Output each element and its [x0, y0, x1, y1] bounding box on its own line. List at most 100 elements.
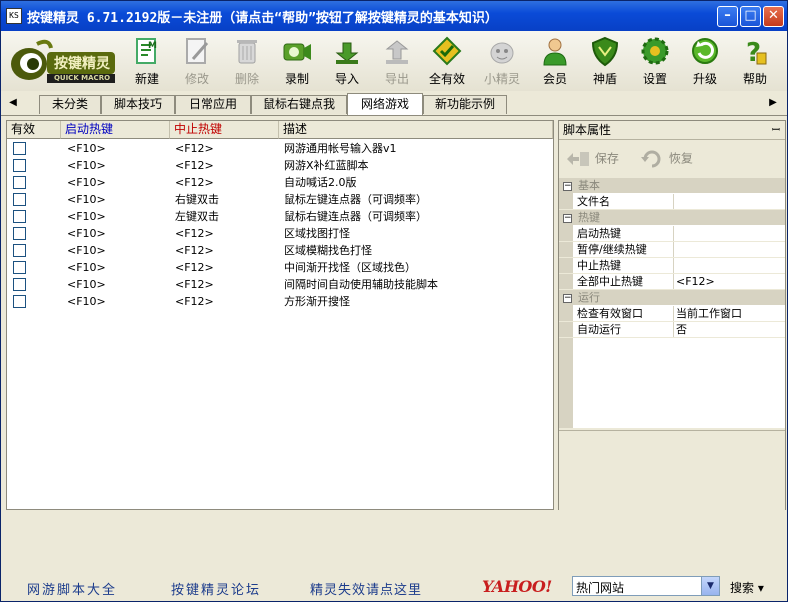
section-title: 运行	[578, 291, 600, 304]
row-valid-checkbox[interactable]	[13, 210, 26, 223]
property-row[interactable]: 文件名	[559, 194, 785, 210]
category-tabs: ◀ 未分类 脚本技巧 日常应用 鼠标右键点我 网络游戏 新功能示例 ▶	[1, 91, 787, 116]
settings-button[interactable]: 设置	[632, 35, 678, 89]
property-section[interactable]: − 基本	[559, 178, 785, 193]
import-button[interactable]: 导入	[324, 35, 370, 89]
col-header-description[interactable]: 描述	[279, 121, 553, 139]
col-header-start-hotkey[interactable]: 启动热键	[61, 121, 170, 139]
maximize-button[interactable]: □	[740, 6, 761, 27]
collapse-icon[interactable]: −	[563, 213, 572, 223]
row-stop-hotkey: <F12>	[175, 278, 214, 291]
restore-button[interactable]: 恢复	[639, 149, 693, 169]
tabs-scroll-right[interactable]: ▶	[767, 96, 779, 110]
property-row[interactable]: 启动热键	[559, 226, 785, 242]
property-key: 中止热键	[577, 258, 674, 273]
restore-icon	[641, 150, 661, 168]
sprite-button[interactable]: 小精灵	[479, 35, 525, 89]
upgrade-button[interactable]: 升级	[682, 35, 728, 89]
collapse-icon[interactable]: −	[563, 293, 572, 303]
delete-button[interactable]: 删除	[224, 35, 270, 89]
member-label: 会员	[542, 72, 567, 86]
property-value[interactable]: 当前工作窗口	[676, 306, 742, 321]
table-row[interactable]: <F10> <F12> 自动喊话2.0版	[7, 174, 553, 191]
collapse-icon[interactable]: −	[563, 181, 572, 191]
shield-button[interactable]: 神盾	[582, 35, 628, 89]
table-row[interactable]: <F10> <F12> 区域模糊找色打怪	[7, 242, 553, 259]
tab-online-games[interactable]: 网络游戏	[347, 93, 423, 115]
trash-icon	[237, 40, 257, 64]
property-value[interactable]: 否	[676, 322, 687, 337]
row-valid-checkbox[interactable]	[13, 295, 26, 308]
link-forum[interactable]: 按键精灵论坛	[171, 579, 261, 598]
settings-label: 设置	[642, 72, 667, 86]
props-title: 脚本属性	[563, 123, 612, 137]
help-button[interactable]: ? 帮助	[732, 35, 778, 89]
new-button[interactable]: M 新建	[124, 35, 170, 89]
table-row[interactable]: <F10> <F12> 方形渐开搜怪	[7, 293, 553, 310]
save-button[interactable]: 保存	[565, 149, 619, 169]
toolbar: 按键精灵 QUICK MACRO M 新建 修改 删除 录制 导入 导出 全有效…	[1, 31, 787, 92]
row-valid-checkbox[interactable]	[13, 176, 26, 189]
row-start-hotkey: <F10>	[67, 176, 106, 189]
col-header-valid[interactable]: 有效	[7, 121, 61, 139]
tab-script-tips[interactable]: 脚本技巧	[101, 95, 175, 114]
script-list: 有效 启动热键 中止热键 描述 <F10> <F12> 网游通用帐号输入器v1 <F1…	[6, 120, 554, 510]
title-bar[interactable]: KS 按键精灵 6.71.2192版－未注册（请点击“帮助”按钮了解按键精灵的基…	[1, 1, 787, 31]
export-button[interactable]: 导出	[374, 35, 420, 89]
tab-uncategorized[interactable]: 未分类	[39, 95, 101, 114]
table-row[interactable]: <F10> <F12> 区域找图打怪	[7, 225, 553, 242]
row-valid-checkbox[interactable]	[13, 227, 26, 240]
minimize-button[interactable]: –	[717, 6, 738, 27]
row-valid-checkbox[interactable]	[13, 159, 26, 172]
pin-icon[interactable]: ꟷ	[772, 122, 780, 140]
restore-label: 恢复	[668, 151, 693, 166]
property-row[interactable]: 暂停/继续热键	[559, 242, 785, 258]
property-key: 自动运行	[577, 322, 674, 337]
property-section[interactable]: − 运行	[559, 290, 785, 305]
tab-daily-use[interactable]: 日常应用	[175, 95, 251, 114]
all-valid-button[interactable]: 全有效	[424, 35, 470, 89]
property-row[interactable]: 全部中止热键 <F12>	[559, 274, 785, 290]
row-valid-checkbox[interactable]	[13, 142, 26, 155]
row-valid-checkbox[interactable]	[13, 278, 26, 291]
row-description: 间隔时间自动使用辅助技能脚本	[284, 278, 438, 291]
table-row[interactable]: <F10> 左键双击 鼠标右键连点器（可调频率）	[7, 208, 553, 225]
row-valid-checkbox[interactable]	[13, 244, 26, 257]
tab-right-click-me[interactable]: 鼠标右键点我	[251, 95, 347, 114]
table-row[interactable]: <F10> 右键双击 鼠标左键连点器（可调频率）	[7, 191, 553, 208]
edit-icon	[186, 38, 209, 64]
table-row[interactable]: <F10> <F12> 网游X补红蓝脚本	[7, 157, 553, 174]
tabs-scroll-left[interactable]: ◀	[7, 96, 19, 110]
close-button[interactable]: ✕	[763, 6, 784, 27]
record-button[interactable]: 录制	[274, 35, 320, 89]
row-valid-checkbox[interactable]	[13, 193, 26, 206]
link-game-scripts[interactable]: 网游脚本大全	[27, 579, 117, 598]
search-site-select[interactable]: 热门网站 ▼	[572, 576, 720, 596]
table-row[interactable]: <F10> <F12> 间隔时间自动使用辅助技能脚本	[7, 276, 553, 293]
table-row[interactable]: <F10> <F12> 网游通用帐号输入器v1	[7, 140, 553, 157]
bottom-bar: 网游脚本大全 按键精灵论坛 精灵失效请点这里 YAHOO! 热门网站 ▼ 搜索 …	[1, 575, 787, 601]
chevron-down-icon[interactable]: ▼	[701, 577, 719, 595]
maximize-icon: □	[744, 8, 757, 23]
property-row[interactable]: 自动运行否	[559, 322, 785, 338]
row-start-hotkey: <F10>	[67, 159, 106, 172]
caret-right-icon: ▶	[769, 97, 777, 108]
row-valid-checkbox[interactable]	[13, 261, 26, 274]
props-header: 脚本属性 ꟷ	[559, 121, 785, 140]
app-icon[interactable]: KS	[6, 8, 22, 24]
row-stop-hotkey: 左键双击	[175, 210, 219, 223]
logo-subtext: QUICK MACRO	[53, 74, 111, 82]
property-row[interactable]: 中止热键	[559, 258, 785, 274]
tab-new-features[interactable]: 新功能示例	[423, 95, 507, 114]
record-label: 录制	[284, 72, 309, 86]
table-row[interactable]: <F10> <F12> 中间渐开找怪（区域找色）	[7, 259, 553, 276]
link-sprite-failure[interactable]: 精灵失效请点这里	[310, 579, 422, 598]
property-section[interactable]: − 热键	[559, 210, 785, 225]
yahoo-logo[interactable]: YAHOO!	[482, 577, 552, 596]
property-value[interactable]: <F12>	[676, 274, 715, 289]
search-button[interactable]: 搜索 ▾	[730, 579, 764, 596]
col-header-stop-hotkey[interactable]: 中止热键	[170, 121, 279, 139]
property-row[interactable]: 检查有效窗口 当前工作窗口	[559, 306, 785, 322]
edit-button[interactable]: 修改	[174, 35, 220, 89]
member-button[interactable]: 会员	[532, 35, 578, 89]
